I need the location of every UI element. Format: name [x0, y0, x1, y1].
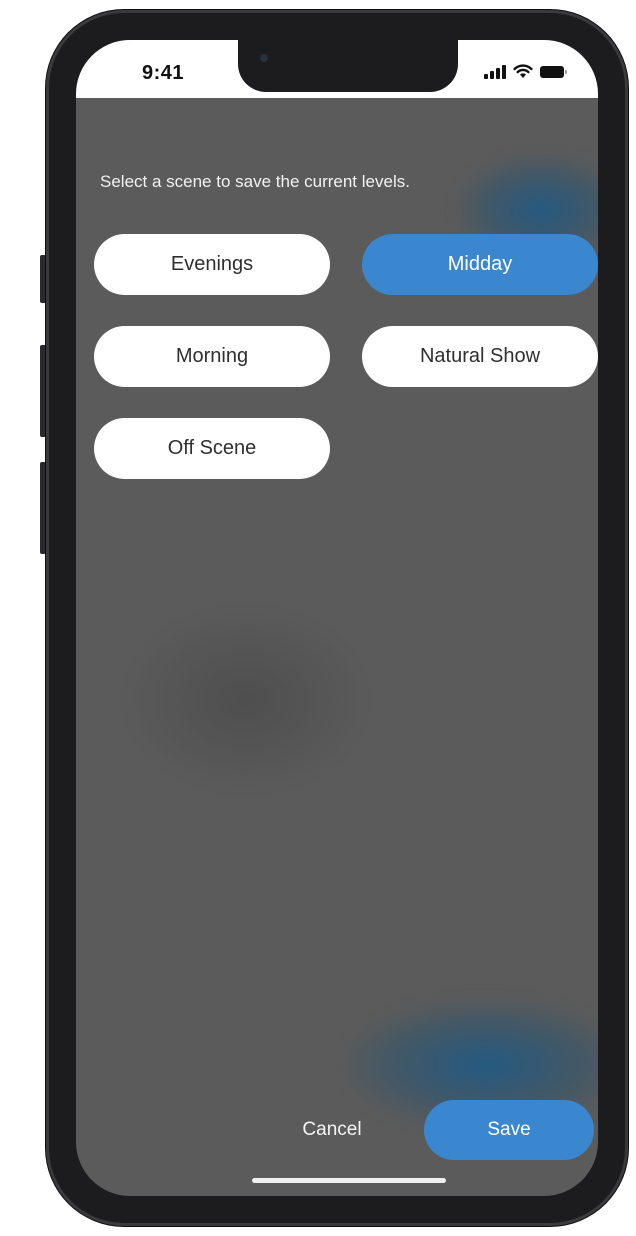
scene-button-off-scene[interactable]: Off Scene — [94, 418, 330, 479]
cellular-signal-icon — [484, 64, 506, 79]
scene-list: Evenings Midday Morning Natural Show Off… — [94, 234, 598, 479]
status-time: 9:41 — [142, 62, 185, 84]
action-bar: Cancel Save — [76, 1100, 598, 1160]
app-screen: 9:41 Select a scene to save the current … — [76, 40, 598, 1196]
home-indicator[interactable] — [252, 1178, 446, 1183]
scene-button-natural-show[interactable]: Natural Show — [362, 326, 598, 387]
status-icons — [484, 64, 567, 79]
scene-button-evenings[interactable]: Evenings — [94, 234, 330, 295]
scene-button-morning[interactable]: Morning — [94, 326, 330, 387]
scene-button-midday[interactable]: Midday — [362, 234, 598, 295]
cancel-button[interactable]: Cancel — [272, 1100, 392, 1160]
camera-notch — [238, 40, 458, 92]
wifi-icon — [513, 64, 533, 78]
background-blur — [116, 600, 376, 800]
save-button[interactable]: Save — [424, 1100, 594, 1160]
instruction-text: Select a scene to save the current level… — [100, 172, 410, 191]
phone-frame: 9:41 Select a scene to save the current … — [46, 10, 628, 1226]
battery-icon — [540, 65, 567, 78]
status-bar: 9:41 — [76, 40, 598, 98]
front-camera-icon — [260, 54, 268, 62]
